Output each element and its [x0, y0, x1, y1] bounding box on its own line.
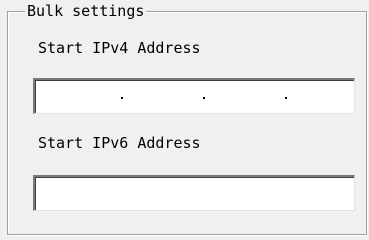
ipv4-separator-dot — [285, 97, 287, 99]
ipv4-separator-dot — [121, 97, 123, 99]
start-ipv6-address-input[interactable] — [33, 175, 355, 211]
ipv4-separator-dot — [203, 97, 205, 99]
start-ipv4-label: Start IPv4 Address — [38, 39, 201, 57]
bulk-settings-title: Bulk settings — [25, 2, 147, 20]
start-ipv4-address-input[interactable] — [33, 78, 355, 114]
start-ipv6-label: Start IPv6 Address — [38, 134, 201, 152]
